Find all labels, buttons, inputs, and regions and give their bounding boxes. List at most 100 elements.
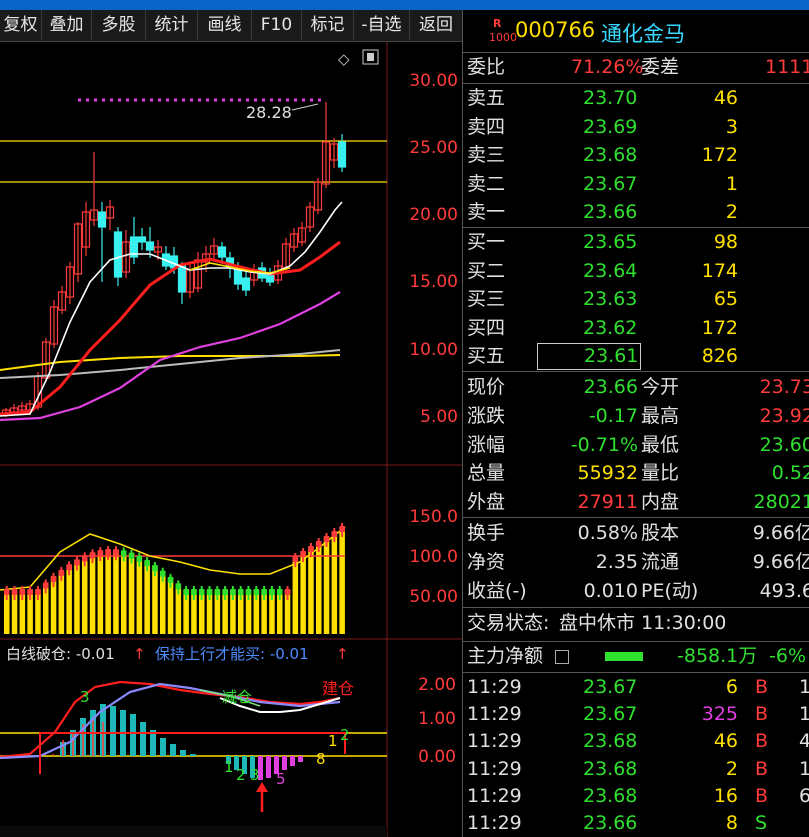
quote-label: 现价: [467, 376, 506, 398]
indicator-arrow-up: ↑: [133, 645, 146, 663]
volume-bar: [339, 527, 345, 634]
bid-volume: 174: [701, 259, 738, 282]
divider: [463, 371, 809, 372]
bid-row[interactable]: 买二 23.64 174: [463, 257, 809, 286]
indicator-title-white: 白线破仓: -0.01: [6, 645, 115, 663]
bid-volume: 826: [701, 345, 738, 368]
diff-label: 委差: [641, 56, 680, 78]
candle-body: [217, 246, 227, 258]
candle-body: [113, 231, 123, 278]
volume-marker-head: [97, 550, 104, 557]
indicator-bar-positive: [190, 754, 196, 756]
ask-volume: 172: [701, 144, 738, 167]
ask-row[interactable]: 卖五 23.70 46: [463, 84, 809, 113]
list-icon[interactable]: [555, 650, 569, 664]
bid-row[interactable]: 买四 23.62 172: [463, 314, 809, 343]
quote-row: 外盘 27911 内盘 28021: [463, 488, 809, 517]
indicator-label: 减仓: [222, 688, 252, 706]
indicator-label: 3: [80, 688, 90, 706]
date-axis-bar: [0, 826, 387, 837]
high-annotation: 28.28: [246, 103, 292, 122]
bid-price: 23.61: [537, 343, 641, 371]
tick-price: 23.68: [583, 784, 638, 807]
tick-price: 23.67: [583, 676, 638, 698]
volume-marker-head: [206, 589, 213, 595]
window-toggle-icon-inner: [367, 53, 374, 61]
order-ratio-row: 委比 71.26% 委差 1111: [463, 53, 809, 82]
tick-volume: 6: [725, 676, 738, 698]
bid-label: 买五: [467, 345, 506, 368]
toolbar-draw-line-button[interactable]: 画线: [198, 10, 252, 40]
volume-marker-head: [152, 565, 158, 572]
diamond-icon[interactable]: ◇: [338, 50, 350, 68]
stock-name[interactable]: 通化金马: [601, 18, 685, 48]
divider: [463, 607, 809, 608]
indicator-label: 8: [316, 750, 326, 768]
quote-row: 现价 23.66 今开 23.73: [463, 373, 809, 402]
stat-value: 2.35: [595, 551, 638, 573]
volume-marker-head: [58, 569, 65, 576]
flow-bar: [605, 652, 643, 661]
toolbar-back-button[interactable]: 返回: [410, 10, 462, 40]
quote-value: 55932: [577, 462, 638, 485]
main-flow-label: 主力净额: [467, 645, 544, 667]
volume-tick-label: 50.00: [409, 587, 458, 607]
volume-bar: [82, 556, 88, 634]
volume-marker-head: [35, 589, 41, 595]
stat-value: 9.66亿: [752, 551, 809, 573]
quote-label: 最高: [641, 404, 680, 427]
quote-value: 23.66: [583, 376, 638, 398]
volume-marker-head: [43, 582, 49, 589]
status-value: 盘中休市 11:30:00: [559, 612, 727, 634]
ask-row[interactable]: 卖一 23.66 2: [463, 198, 809, 227]
volume-marker-head: [113, 549, 119, 556]
status-label: 交易状态:: [467, 612, 550, 634]
volume-marker-head: [175, 583, 182, 590]
tick-side: B: [755, 676, 769, 698]
indicator-bar-negative: [290, 756, 295, 766]
volume-marker-head: [19, 589, 26, 595]
bid-row[interactable]: 买五 23.61 826: [463, 342, 809, 371]
toolbar-overlay-button[interactable]: 叠加: [42, 10, 92, 40]
ask-row[interactable]: 卖三 23.68 172: [463, 141, 809, 170]
stat-value: 0.010: [583, 580, 638, 602]
toolbar-multi-stock-button[interactable]: 多股: [92, 10, 146, 40]
bid-price: 23.62: [583, 316, 638, 339]
kline-chart[interactable]: ◇ 30.00 25.00 20.00 15.00 10.00 5.00 28.…: [0, 42, 462, 837]
quote-panel: R 1000 000766 通化金马 委比 71.26% 委差 1111 卖五 …: [462, 10, 809, 837]
stock-code[interactable]: 000766: [515, 18, 595, 42]
bid-row[interactable]: 买一 23.65 98: [463, 228, 809, 257]
volume-bar: [89, 553, 96, 634]
quote-value: -0.71%: [570, 433, 638, 456]
bid-row[interactable]: 买三 23.63 65: [463, 285, 809, 314]
volume-marker-head: [128, 552, 135, 559]
volume-marker-head: [261, 589, 267, 595]
volume-bar: [74, 560, 80, 634]
volume-marker-head: [245, 589, 252, 595]
volume-marker-head: [144, 560, 150, 567]
indicator-label: 5: [276, 770, 286, 788]
indicator-arrow-up: ↑: [336, 645, 349, 663]
toolbar-stats-button[interactable]: 统计: [146, 10, 198, 40]
tick-row: 11:29 23.66 8 S: [463, 809, 809, 837]
ask-row[interactable]: 卖四 23.69 3: [463, 113, 809, 142]
tick-price: 23.68: [583, 730, 638, 753]
volume-tick-label: 150.0: [409, 507, 458, 527]
diff-value: 1111: [765, 56, 809, 78]
candle-body: [337, 141, 347, 168]
toolbar-mark-button[interactable]: 标记: [302, 10, 354, 40]
volume-marker-head: [27, 589, 33, 595]
volume-marker-head: [269, 589, 275, 595]
ask-row[interactable]: 卖二 23.67 1: [463, 170, 809, 199]
indicator-bars: [52, 704, 303, 780]
price-tick-label: 25.00: [409, 138, 458, 158]
toolbar-fuquan-button[interactable]: 复权: [0, 10, 42, 40]
toolbar-f10-button[interactable]: F10: [252, 10, 302, 40]
volume-marker-head: [136, 555, 143, 562]
volume-marker-head: [284, 589, 291, 595]
volume-marker-head: [50, 575, 57, 582]
toolbar-watchlist-button[interactable]: -自选: [354, 10, 410, 40]
indicator-bar-positive: [160, 738, 166, 756]
volume-marker-head: [308, 546, 314, 552]
bid-price: 23.64: [583, 259, 638, 282]
